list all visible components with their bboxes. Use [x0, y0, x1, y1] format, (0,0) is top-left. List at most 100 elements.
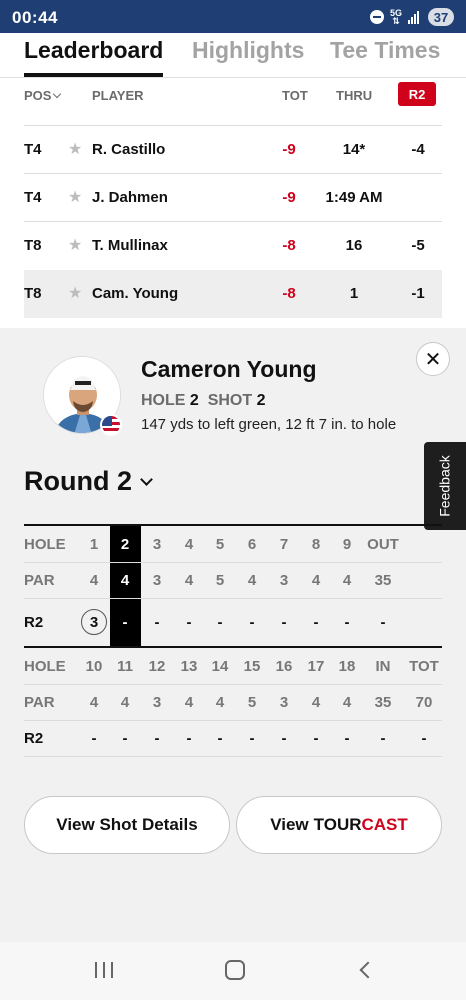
pos-sort[interactable]: POS	[24, 88, 62, 103]
par-value: 4	[342, 571, 352, 589]
score-cell-current[interactable]: -	[111, 604, 139, 640]
score-cell[interactable]: -	[302, 720, 330, 756]
scorecard-front-par-row: PAR 4 4 3 4 5 4 3 4 4 35	[24, 562, 442, 598]
par-value: 4	[184, 571, 194, 589]
row-total: -8	[282, 237, 296, 254]
score-cell[interactable]: -	[80, 720, 108, 756]
star-icon[interactable]: ★	[68, 235, 82, 255]
score-cell[interactable]: -	[175, 720, 203, 756]
view-tourcast-button[interactable]: View TOUR CAST	[236, 796, 442, 854]
row-thru: 1:49 AM	[325, 189, 383, 206]
row-player: J. Dahmen	[92, 189, 168, 206]
par-value: 5	[247, 693, 257, 711]
row-position: T8	[24, 237, 42, 254]
scorecard-back-score-row: R2 - - - - - - - - - - -	[24, 720, 442, 756]
scorecard-back-hole-row: HOLE 10 11 12 13 14 15 16 17 18 IN TOT	[24, 648, 442, 684]
star-icon[interactable]: ★	[68, 187, 82, 207]
score-cell[interactable]: -	[270, 720, 298, 756]
par-value: 5	[215, 571, 225, 589]
score-cell[interactable]: 3	[80, 604, 108, 640]
hole-number: 17	[307, 657, 325, 675]
divider	[24, 598, 442, 599]
par-out: 35	[374, 571, 392, 589]
round-toggle[interactable]: R2	[398, 82, 436, 106]
score-cell[interactable]: -	[143, 720, 171, 756]
feedback-button[interactable]: Feedback	[424, 442, 466, 530]
tot-label: TOT	[409, 657, 439, 675]
back-icon[interactable]	[359, 961, 377, 979]
player-name[interactable]: Cameron Young	[141, 356, 317, 383]
par-value: 4	[89, 571, 99, 589]
thru-header: THRU	[336, 88, 373, 103]
tourcast-logo-cast: CAST	[361, 815, 408, 834]
par-value: 4	[215, 693, 225, 711]
row-position: T4	[24, 189, 42, 206]
home-icon[interactable]	[225, 960, 245, 980]
scorecard-front-score-row: R2 3 - - - - - - - - -	[24, 604, 442, 640]
star-icon[interactable]: ★	[68, 139, 82, 159]
tab-tee-times[interactable]: Tee Times	[330, 37, 440, 79]
par-value-current: 4	[120, 571, 130, 589]
leaderboard-row[interactable]: T4 ★ R. Castillo -9 14* -4	[24, 126, 442, 174]
score-cell[interactable]: -	[270, 604, 298, 640]
system-nav-bar	[0, 942, 466, 1000]
shot-value: 2	[256, 392, 266, 409]
score-cell[interactable]: -	[333, 604, 361, 640]
row-position: T4	[24, 141, 42, 158]
row-player: Cam. Young	[92, 285, 179, 302]
score-cell[interactable]: -	[238, 720, 266, 756]
hole-number: 6	[247, 535, 257, 553]
network-type: 5G	[389, 8, 402, 18]
hole-number: 14	[211, 657, 229, 675]
par-value: 3	[279, 693, 289, 711]
round-selector[interactable]: Round 2	[24, 466, 153, 497]
tab-highlights[interactable]: Highlights	[192, 37, 304, 79]
hole-number: 5	[215, 535, 225, 553]
score-cell[interactable]: -	[206, 720, 234, 756]
score-cell[interactable]: -	[302, 604, 330, 640]
us-flag-icon	[100, 414, 122, 436]
hole-number: 3	[152, 535, 162, 553]
par-value: 4	[311, 571, 321, 589]
score-out: -	[380, 613, 386, 631]
par-tot: 70	[415, 693, 433, 711]
par-in: 35	[374, 693, 392, 711]
recent-apps-icon[interactable]	[95, 962, 113, 978]
score-cell[interactable]: -	[238, 604, 266, 640]
par-value: 4	[184, 693, 194, 711]
close-button[interactable]: ✕	[416, 342, 450, 376]
par-value: 4	[342, 693, 352, 711]
score-cell[interactable]: -	[175, 604, 203, 640]
par-value: 3	[279, 571, 289, 589]
score-cell[interactable]: -	[111, 720, 139, 756]
row-thru: 14*	[342, 141, 366, 158]
divider	[24, 756, 442, 757]
view-shot-details-button[interactable]: View Shot Details	[24, 796, 230, 854]
round-label: Round 2	[24, 466, 132, 496]
feedback-label: Feedback	[437, 455, 454, 517]
leaderboard-row[interactable]: T8 ★ T. Mullinax -8 16 -5	[24, 222, 442, 270]
row-round-score: -5	[411, 237, 425, 254]
hole-number: 10	[85, 657, 103, 675]
hole-number: 1	[89, 535, 99, 553]
hole-number: 7	[279, 535, 289, 553]
leaderboard-row-selected[interactable]: T8 ★ Cam. Young -8 1 -1	[24, 270, 442, 318]
chevron-down-icon	[53, 89, 62, 99]
leaderboard-row[interactable]: T4 ★ J. Dahmen -9 1:49 AM	[24, 174, 442, 222]
hole-value: 2	[189, 392, 199, 409]
row-position: T8	[24, 285, 42, 302]
row-thru: 16	[345, 237, 363, 254]
star-icon[interactable]: ★	[68, 283, 82, 303]
tot-header: TOT	[282, 88, 308, 103]
score-cell[interactable]: -	[206, 604, 234, 640]
signal-icon	[408, 10, 422, 24]
hole-number: 12	[148, 657, 166, 675]
leaderboard-header: POS PLAYER TOT THRU	[0, 78, 466, 112]
hole-number: 18	[338, 657, 356, 675]
score-cell[interactable]: -	[143, 604, 171, 640]
in-label: IN	[375, 657, 391, 675]
hole-number: 4	[184, 535, 194, 553]
score-cell[interactable]: -	[333, 720, 361, 756]
scorecard-front-hole-row: HOLE 1 2 3 4 5 6 7 8 9 OUT	[24, 526, 442, 562]
hole-number: 9	[342, 535, 352, 553]
